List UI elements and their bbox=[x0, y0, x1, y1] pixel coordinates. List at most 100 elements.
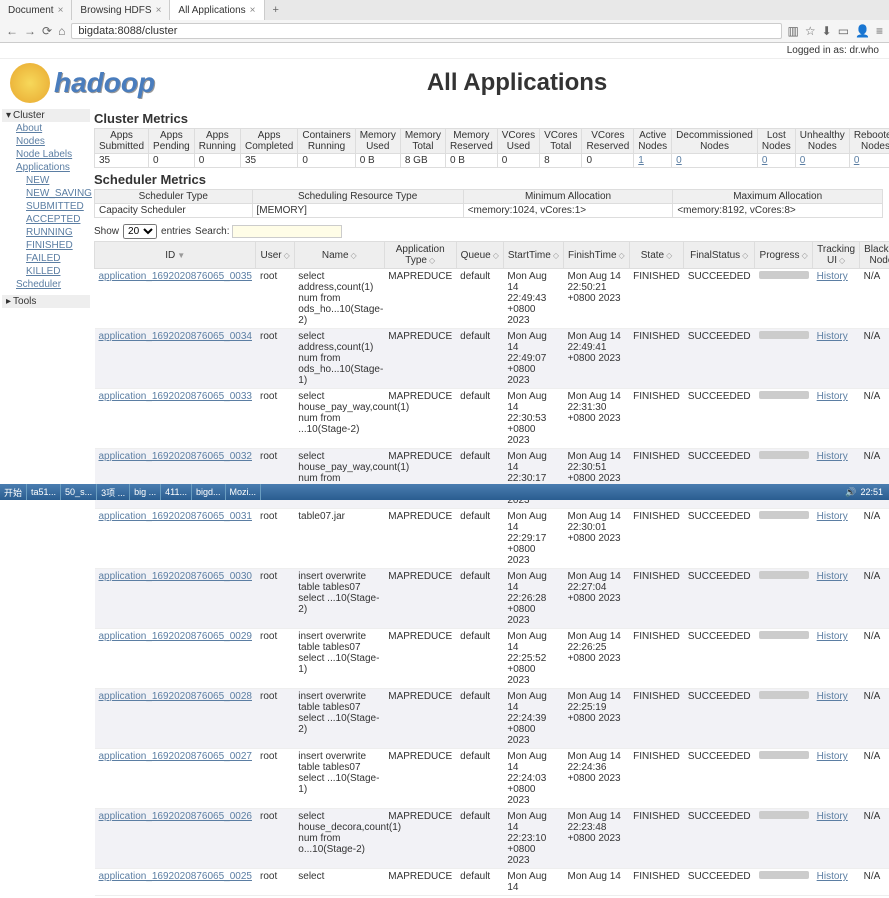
cell: application_1692020876065_0028 bbox=[95, 689, 256, 749]
sidebar-item-applications[interactable]: Applications bbox=[2, 161, 90, 174]
table-row: application_1692020876065_0027rootinsert… bbox=[95, 749, 889, 809]
column-header[interactable]: Queue◇ bbox=[456, 242, 503, 269]
sidebar-item-state[interactable]: RUNNING bbox=[2, 226, 90, 239]
app-id-link[interactable]: application_1692020876065_0035 bbox=[99, 271, 252, 282]
tracking-link[interactable]: History bbox=[817, 811, 848, 822]
bookmark-icon[interactable]: ☆ bbox=[805, 24, 816, 38]
column-header[interactable]: Progress◇ bbox=[755, 242, 813, 269]
node-count-link[interactable]: 0 bbox=[854, 155, 860, 166]
account-icon[interactable]: 👤 bbox=[855, 24, 870, 38]
browser-tab-active[interactable]: All Applications× bbox=[170, 0, 264, 20]
app-id-link[interactable]: application_1692020876065_0031 bbox=[99, 511, 252, 522]
taskbar-item[interactable]: 3项 ... bbox=[97, 484, 130, 500]
column-header[interactable]: FinishTime◇ bbox=[563, 242, 629, 269]
sidebar-item-state[interactable]: KILLED bbox=[2, 265, 90, 278]
sort-icon: ◇ bbox=[284, 251, 290, 260]
tracking-link[interactable]: History bbox=[817, 451, 848, 462]
sidebar-item-nodes[interactable]: Nodes bbox=[2, 135, 90, 148]
cluster-metrics-table: Apps SubmittedApps PendingApps RunningAp… bbox=[94, 128, 889, 168]
taskbar-item[interactable]: 411... bbox=[161, 484, 192, 500]
sidebar-item-node-labels[interactable]: Node Labels bbox=[2, 148, 90, 161]
app-id-link[interactable]: application_1692020876065_0032 bbox=[99, 451, 252, 462]
sidebar-item-state[interactable]: NEW_SAVING bbox=[2, 187, 90, 200]
app-id-link[interactable]: application_1692020876065_0027 bbox=[99, 751, 252, 762]
close-icon[interactable]: × bbox=[58, 5, 64, 16]
sidebar-item-scheduler[interactable]: Scheduler bbox=[2, 278, 90, 291]
tracking-link[interactable]: History bbox=[817, 271, 848, 282]
browser-tab[interactable]: Browsing HDFS× bbox=[72, 0, 170, 20]
new-tab-button[interactable]: + bbox=[265, 4, 287, 16]
tracking-link[interactable]: History bbox=[817, 871, 848, 882]
menu-icon[interactable]: ≡ bbox=[876, 24, 883, 38]
sidebar-item-state[interactable]: NEW bbox=[2, 174, 90, 187]
taskbar-item[interactable]: 50_s... bbox=[61, 484, 97, 500]
tracking-link[interactable]: History bbox=[817, 391, 848, 402]
sidebar-item-state[interactable]: ACCEPTED bbox=[2, 213, 90, 226]
close-icon[interactable]: × bbox=[156, 5, 162, 16]
column-header[interactable]: User◇ bbox=[256, 242, 294, 269]
node-count-link[interactable]: 1 bbox=[638, 155, 644, 166]
column-header[interactable]: Blacklisted Nodes◇ bbox=[860, 242, 889, 269]
tracking-link[interactable]: History bbox=[817, 691, 848, 702]
taskbar-item[interactable]: bigd... bbox=[192, 484, 226, 500]
sort-icon: ◇ bbox=[839, 256, 845, 265]
cell: root bbox=[256, 509, 294, 569]
taskbar-item[interactable]: ta51... bbox=[27, 484, 61, 500]
column-header[interactable]: Name◇ bbox=[294, 242, 384, 269]
app-id-link[interactable]: application_1692020876065_0033 bbox=[99, 391, 252, 402]
node-count-link[interactable]: 0 bbox=[676, 155, 682, 166]
node-count-link[interactable]: 0 bbox=[800, 155, 806, 166]
cell: History bbox=[813, 869, 860, 896]
tracking-link[interactable]: History bbox=[817, 331, 848, 342]
entries-select[interactable]: 20 bbox=[123, 224, 157, 239]
app-id-link[interactable]: application_1692020876065_0030 bbox=[99, 571, 252, 582]
system-tray[interactable]: 🔊 22:51 bbox=[839, 487, 889, 498]
reader-icon[interactable]: ▥ bbox=[788, 24, 799, 38]
sidebar-item-about[interactable]: About bbox=[2, 122, 90, 135]
sidebar-tools-header[interactable]: ▸Tools bbox=[2, 295, 90, 308]
metrics-value: 0 bbox=[582, 154, 634, 168]
sidebar-item-state[interactable]: FAILED bbox=[2, 252, 90, 265]
forward-icon[interactable]: → bbox=[24, 24, 36, 38]
home-icon[interactable]: ⌂ bbox=[58, 24, 65, 38]
search-input[interactable] bbox=[232, 225, 342, 238]
tracking-link[interactable]: History bbox=[817, 571, 848, 582]
tray-icon[interactable]: 🔊 bbox=[845, 487, 856, 498]
taskbar-item[interactable]: big ... bbox=[130, 484, 161, 500]
library-icon[interactable]: ▭ bbox=[838, 24, 849, 38]
taskbar-item[interactable]: 开始 bbox=[0, 484, 27, 500]
column-header[interactable]: Tracking UI◇ bbox=[813, 242, 860, 269]
cell: N/A bbox=[860, 629, 889, 689]
cell: MAPREDUCE bbox=[384, 749, 456, 809]
tracking-link[interactable]: History bbox=[817, 751, 848, 762]
app-id-link[interactable]: application_1692020876065_0026 bbox=[99, 811, 252, 822]
page-title: All Applications bbox=[155, 69, 879, 97]
sidebar-item-state[interactable]: SUBMITTED bbox=[2, 200, 90, 213]
column-header[interactable]: StartTime◇ bbox=[503, 242, 563, 269]
sidebar-item-state[interactable]: FINISHED bbox=[2, 239, 90, 252]
node-count-link[interactable]: 0 bbox=[762, 155, 768, 166]
column-header[interactable]: Application Type◇ bbox=[384, 242, 456, 269]
url-input[interactable]: bigdata:8088/cluster bbox=[71, 23, 781, 39]
taskbar-item[interactable]: Mozi... bbox=[226, 484, 262, 500]
app-id-link[interactable]: application_1692020876065_0029 bbox=[99, 631, 252, 642]
hadoop-logo[interactable]: hadoop bbox=[10, 63, 155, 103]
browser-tab[interactable]: Document× bbox=[0, 0, 72, 20]
reload-icon[interactable]: ⟳ bbox=[42, 24, 52, 38]
cell: default bbox=[456, 629, 503, 689]
app-id-link[interactable]: application_1692020876065_0028 bbox=[99, 691, 252, 702]
tracking-link[interactable]: History bbox=[817, 511, 848, 522]
back-icon[interactable]: ← bbox=[6, 24, 18, 38]
app-id-link[interactable]: application_1692020876065_0034 bbox=[99, 331, 252, 342]
download-icon[interactable]: ⬇ bbox=[822, 24, 832, 38]
app-id-link[interactable]: application_1692020876065_0025 bbox=[99, 871, 252, 882]
column-header[interactable]: FinalStatus◇ bbox=[684, 242, 755, 269]
cell: SUCCEEDED bbox=[684, 749, 755, 809]
column-header[interactable]: ID▼ bbox=[95, 242, 256, 269]
close-icon[interactable]: × bbox=[250, 5, 256, 16]
progress-bar bbox=[759, 811, 809, 819]
tracking-link[interactable]: History bbox=[817, 631, 848, 642]
cell: Mon Aug 14 22:31:30 +0800 2023 bbox=[563, 389, 629, 449]
column-header[interactable]: State◇ bbox=[629, 242, 684, 269]
sidebar-cluster-header[interactable]: ▾Cluster bbox=[2, 109, 90, 122]
